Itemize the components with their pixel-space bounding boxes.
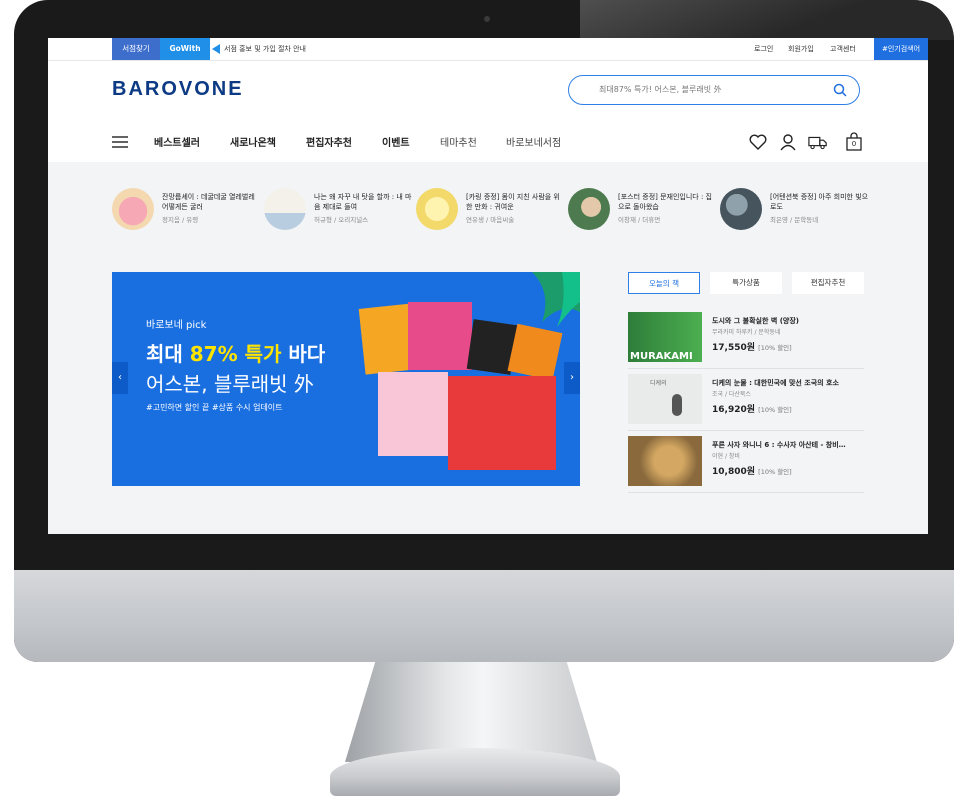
banner-headline: 최대 87% 특가 바다 [146,338,325,367]
featured-author: 이창재 / 더휴먼 [618,216,661,224]
banner-book-image [448,376,556,470]
featured-cover [112,188,154,230]
tab-special-offer[interactable]: 특가상품 [710,272,782,294]
arrow-left-icon [212,44,220,54]
featured-item[interactable]: [포스터 증정] 문재인입니다 : 집으로 돌아왔습 이창재 / 더휴먼 [568,188,718,238]
banner-pick-label: 바로보네 pick [146,320,207,331]
book-price-value: 10,800원 [712,467,756,477]
book-cover: 디케의 [628,374,702,424]
banner-book-image [507,323,563,381]
book-title: 푸른 사자 와니니 6 : 수사자 아산테 - 창비… [712,441,846,449]
banner-next-button[interactable]: › [564,362,580,394]
tab-editor-pick[interactable]: 편집자추천 [792,272,864,294]
book-title: 디케의 눈물 : 대한민국에 맞선 조국의 호소 [712,379,839,387]
search-placeholder: 최대87% 특가! 어스본, 블루래빗 外 [599,85,722,94]
nav-item-bestseller[interactable]: 베스트셀러 [154,134,200,149]
support-link[interactable]: 고객센터 [830,38,856,60]
featured-title: [카링 증정] 몸이 지친 사람을 위한 만화 : 귀여운 [466,193,560,211]
book-author: 조국 / 다산북스 [712,391,751,398]
monitor-chin [14,570,954,662]
truck-icon[interactable] [808,132,828,152]
book-discount: [10% 할인] [758,406,792,414]
book-cover: MURAKAMI [628,312,702,362]
banner-book-image [408,302,472,370]
monitor-stand-neck [345,662,597,762]
banner-tags: #고민하면 할인 끝 #상품 수시 업데이트 [146,403,283,412]
book-discount: [10% 할인] [758,344,792,352]
tab-today-book[interactable]: 오늘의 책 [628,272,700,294]
book-price: 16,920원 [10% 할인] [712,402,792,415]
monitor-glare [580,0,954,40]
side-tabs: 오늘의 책 특가상품 편집자추천 [628,272,864,294]
featured-author: 정지음 / 유령 [162,216,199,224]
featured-title: [포스터 증정] 문재인입니다 : 집으로 돌아왔습 [618,193,713,211]
featured-item[interactable]: 잔망룹셰이 : 데굴데굴 열레벌레 어떻게든 굴러 정지음 / 유령 [112,188,262,238]
featured-title: 나는 왜 자꾸 내 탓을 할까 : 내 마음 제대로 들여 [314,193,412,211]
main-nav: 베스트셀러 새로나온책 편집자추천 이벤트 테마추천 바로보네서점 0 [48,126,928,160]
featured-item[interactable]: [어텐션북 증정] 아주 희미한 빛으로도 최은영 / 문학동네 [720,188,870,238]
cart-count: 0 [851,140,857,148]
login-link[interactable]: 로그인 [754,38,773,60]
search-input[interactable]: 최대87% 특가! 어스본, 블루래빗 外 [568,75,860,105]
logo[interactable]: BAROVONE [112,78,244,101]
nav-item-theme[interactable]: 테마추천 [440,134,477,149]
banner-prev-button[interactable]: ‹ [112,362,128,394]
book-discount: [10% 할인] [758,468,792,476]
book-author: 이현 / 창비 [712,453,740,460]
webcam [484,16,490,22]
featured-cover [264,188,306,230]
notice-link[interactable]: 서점 홍보 및 가입 절차 안내 [224,38,306,60]
featured-title: 잔망룹셰이 : 데굴데굴 열레벌레 어떻게든 굴러 [162,193,255,211]
featured-author: 연유생 / 마음씨술 [466,216,515,224]
book-title: 도시와 그 불확실한 벽 (양장) [712,317,799,325]
nav-item-editor-pick[interactable]: 편집자추천 [306,134,352,149]
featured-cover [720,188,762,230]
book-price-value: 16,920원 [712,405,756,415]
store-find-button[interactable]: 서점찾기 [112,38,160,60]
featured-title: [어텐션북 증정] 아주 희미한 빛으로도 [770,193,869,211]
book-item[interactable]: MURAKAMI 도시와 그 불확실한 벽 (양장) 무라카미 하루키 / 문학… [628,312,864,362]
gowith-button[interactable]: GoWith [160,38,210,60]
promo-banner[interactable]: 바로보네 pick 최대 87% 특가 바다 어스본, 블루래빗 外 #고민하면… [112,272,580,486]
divider [628,492,864,493]
banner-headline-highlight: 87% 특가 [189,342,282,366]
book-price: 10,800원 [10% 할인] [712,464,792,477]
divider [628,368,864,369]
featured-cover [568,188,610,230]
cart-button[interactable]: 0 [844,132,864,152]
top-utility-bar: 서점찾기 GoWith 서점 홍보 및 가입 절차 안내 로그인 회원가입 고객… [48,38,928,61]
book-price: 17,550원 [10% 할인] [712,340,792,353]
nav-item-bookstore[interactable]: 바로보네서점 [506,134,561,149]
book-cover [628,436,702,486]
featured-cover [416,188,458,230]
banner-headline-post: 바다 [281,342,326,366]
nav-item-new[interactable]: 새로나온책 [230,134,276,149]
featured-author: 최은영 / 문학동네 [770,216,819,224]
banner-subline: 어스본, 블루래빗 外 [146,372,314,396]
heart-icon[interactable] [748,132,768,152]
book-cover-text: 디케의 [650,380,667,387]
book-item[interactable]: 푸른 사자 와니니 6 : 수사자 아산테 - 창비… 이현 / 창비 10,8… [628,436,864,486]
user-icon[interactable] [778,132,798,152]
hot-search-button[interactable]: #인기검색어 [874,38,928,60]
book-cover-text: MURAKAMI [630,351,693,362]
featured-item[interactable]: 나는 왜 자꾸 내 탓을 할까 : 내 마음 제대로 들여 허규형 / 오리지널… [264,188,414,238]
menu-icon[interactable] [112,135,128,149]
book-author: 무라카미 하루키 / 문학동네 [712,329,781,336]
banner-headline-pre: 최대 [146,342,190,366]
nav-item-event[interactable]: 이벤트 [382,134,410,149]
search-icon[interactable] [833,83,847,97]
book-price-value: 17,550원 [712,343,756,353]
featured-item[interactable]: [카링 증정] 몸이 지친 사람을 위한 만화 : 귀여운 연유생 / 마음씨술 [416,188,566,238]
banner-book-image [378,372,448,456]
signup-link[interactable]: 회원가입 [788,38,814,60]
book-item[interactable]: 디케의 디케의 눈물 : 대한민국에 맞선 조국의 호소 조국 / 다산북스 1… [628,374,864,424]
featured-author: 허규형 / 오리지널스 [314,216,369,224]
screen: 서점찾기 GoWith 서점 홍보 및 가입 절차 안내 로그인 회원가입 고객… [48,38,928,534]
divider [628,430,864,431]
book-cover-figure [672,394,682,416]
